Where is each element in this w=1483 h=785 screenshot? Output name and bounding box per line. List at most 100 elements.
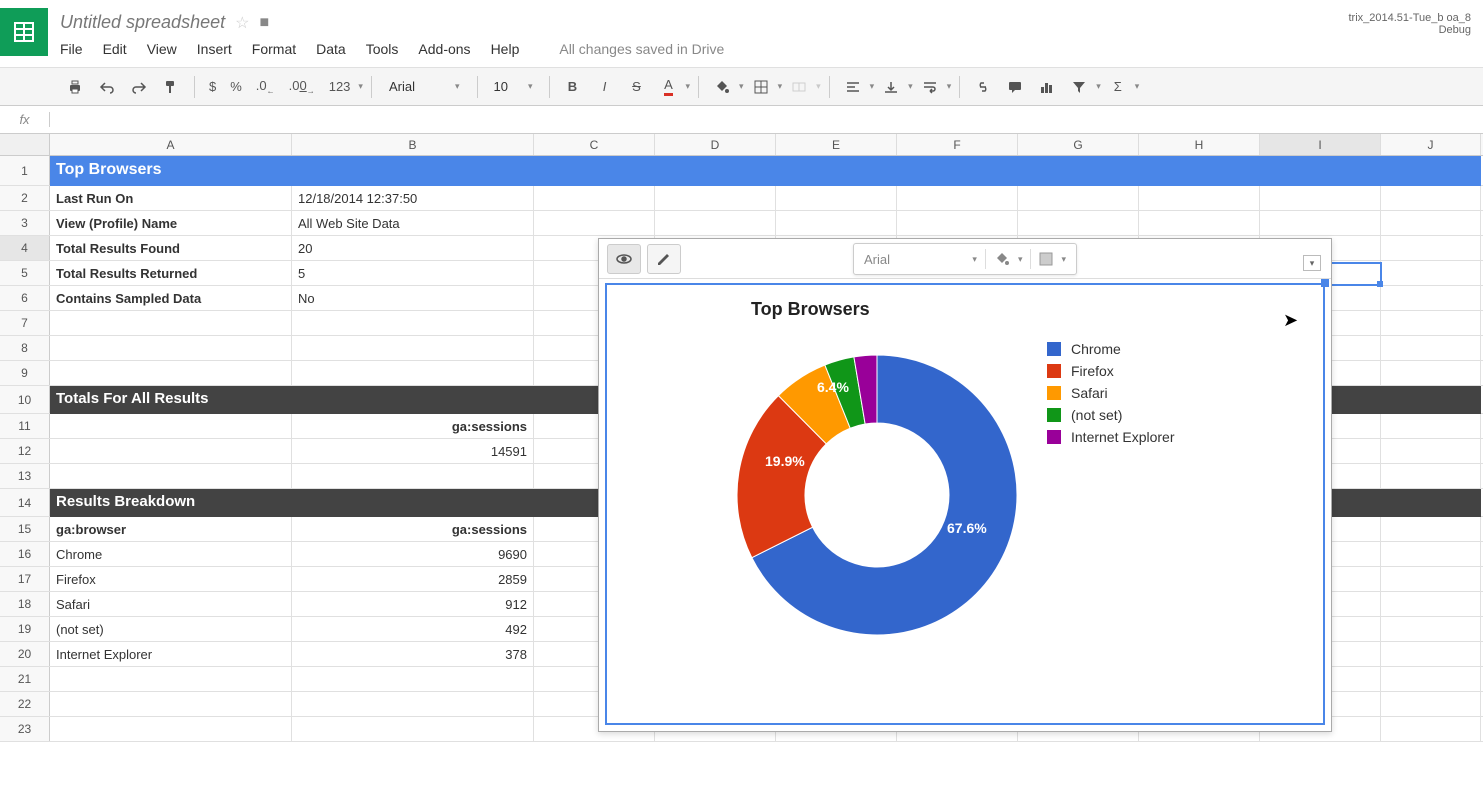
cell[interactable] <box>1018 186 1139 210</box>
cell[interactable] <box>292 667 534 691</box>
cell[interactable] <box>50 717 292 741</box>
doc-title[interactable]: Untitled spreadsheet <box>60 12 225 33</box>
redo-icon[interactable] <box>124 73 154 101</box>
cell[interactable] <box>292 311 534 335</box>
menu-tools[interactable]: Tools <box>366 41 399 57</box>
chart-view-button[interactable] <box>607 244 641 274</box>
cell[interactable] <box>1381 542 1481 566</box>
cell[interactable] <box>897 156 1018 186</box>
cell[interactable] <box>292 717 534 741</box>
cell[interactable]: Last Run On <box>50 186 292 210</box>
menu-help[interactable]: Help <box>491 41 520 57</box>
cell[interactable] <box>1381 642 1481 666</box>
cell[interactable] <box>1381 567 1481 591</box>
text-color-button[interactable]: A <box>654 73 684 101</box>
cell[interactable] <box>50 439 292 463</box>
cell[interactable]: Top Browsers <box>50 156 292 186</box>
cell[interactable] <box>50 667 292 691</box>
cell[interactable] <box>1381 592 1481 616</box>
cell[interactable] <box>292 464 534 488</box>
menu-data[interactable]: Data <box>316 41 346 57</box>
cell[interactable]: 492 <box>292 617 534 641</box>
cell[interactable] <box>1381 311 1481 335</box>
row-header[interactable]: 5 <box>0 261 50 285</box>
cell[interactable]: 20 <box>292 236 534 260</box>
row-header[interactable]: 11 <box>0 414 50 438</box>
cell[interactable] <box>1381 464 1481 488</box>
cell[interactable]: 378 <box>292 642 534 666</box>
menu-view[interactable]: View <box>147 41 177 57</box>
chart-editor-panel[interactable]: Arial ▾ ▾ ▾ ▾ Top Browsers 67.6% 19.9% 6… <box>598 238 1332 732</box>
menu-format[interactable]: Format <box>252 41 296 57</box>
cell[interactable]: Firefox <box>50 567 292 591</box>
cell[interactable] <box>50 464 292 488</box>
decrease-decimal-button[interactable]: .0← <box>250 78 281 96</box>
cell[interactable] <box>292 489 534 517</box>
cell[interactable] <box>1381 667 1481 691</box>
cell[interactable] <box>655 186 776 210</box>
cell[interactable] <box>534 156 655 186</box>
row-header[interactable]: 8 <box>0 336 50 360</box>
chart-menu-button[interactable]: ▾ <box>1303 255 1321 271</box>
cell[interactable] <box>1381 692 1481 716</box>
cell[interactable]: View (Profile) Name <box>50 211 292 235</box>
merge-cells-button[interactable] <box>784 73 814 101</box>
cell[interactable]: Contains Sampled Data <box>50 286 292 310</box>
cell[interactable] <box>776 211 897 235</box>
cell[interactable] <box>1381 186 1481 210</box>
cell[interactable] <box>655 211 776 235</box>
cell[interactable] <box>1381 717 1481 741</box>
row-header[interactable]: 13 <box>0 464 50 488</box>
cell[interactable]: Chrome <box>50 542 292 566</box>
increase-decimal-button[interactable]: .00→ <box>283 78 321 96</box>
star-icon[interactable]: ☆ <box>235 13 249 33</box>
cell[interactable]: No <box>292 286 534 310</box>
cell[interactable] <box>534 186 655 210</box>
functions-icon[interactable]: Σ <box>1103 73 1133 101</box>
cell[interactable] <box>1381 617 1481 641</box>
cell[interactable] <box>776 186 897 210</box>
cell[interactable] <box>534 211 655 235</box>
sheets-logo[interactable] <box>0 8 48 56</box>
percent-format-button[interactable]: % <box>224 79 248 94</box>
cell[interactable] <box>655 156 776 186</box>
row-header[interactable]: 1 <box>0 156 50 185</box>
col-header-A[interactable]: A <box>50 134 292 155</box>
cell[interactable] <box>1381 489 1481 517</box>
row-header[interactable]: 2 <box>0 186 50 210</box>
cell[interactable] <box>1381 414 1481 438</box>
cell[interactable]: ga:sessions <box>292 517 534 541</box>
row-header[interactable]: 18 <box>0 592 50 616</box>
cell[interactable] <box>1381 517 1481 541</box>
cell[interactable] <box>292 156 534 186</box>
cell[interactable]: Safari <box>50 592 292 616</box>
cell[interactable] <box>1018 156 1139 186</box>
cell[interactable] <box>292 361 534 385</box>
col-header-C[interactable]: C <box>534 134 655 155</box>
cell[interactable]: ga:sessions <box>292 414 534 438</box>
number-format-button[interactable]: 123 <box>323 79 357 94</box>
col-header-B[interactable]: B <box>292 134 534 155</box>
cell[interactable] <box>1260 211 1381 235</box>
row-header[interactable]: 12 <box>0 439 50 463</box>
cell[interactable] <box>1260 156 1381 186</box>
row-header[interactable]: 20 <box>0 642 50 666</box>
cell[interactable] <box>897 211 1018 235</box>
row-header[interactable]: 7 <box>0 311 50 335</box>
menu-addons[interactable]: Add-ons <box>418 41 470 57</box>
row-header[interactable]: 19 <box>0 617 50 641</box>
cell[interactable] <box>1381 286 1481 310</box>
italic-button[interactable]: I <box>590 73 620 101</box>
undo-icon[interactable] <box>92 73 122 101</box>
cell[interactable]: Results Breakdown <box>50 489 292 517</box>
cell[interactable]: Totals For All Results <box>50 386 292 414</box>
cell[interactable]: Internet Explorer <box>50 642 292 666</box>
chart-icon[interactable] <box>1032 73 1062 101</box>
font-family-select[interactable]: Arial▾ <box>380 74 469 100</box>
row-header[interactable]: 14 <box>0 489 50 516</box>
comment-icon[interactable] <box>1000 73 1030 101</box>
row-header[interactable]: 23 <box>0 717 50 741</box>
cell[interactable] <box>897 186 1018 210</box>
row-header[interactable]: 9 <box>0 361 50 385</box>
cell[interactable]: 912 <box>292 592 534 616</box>
